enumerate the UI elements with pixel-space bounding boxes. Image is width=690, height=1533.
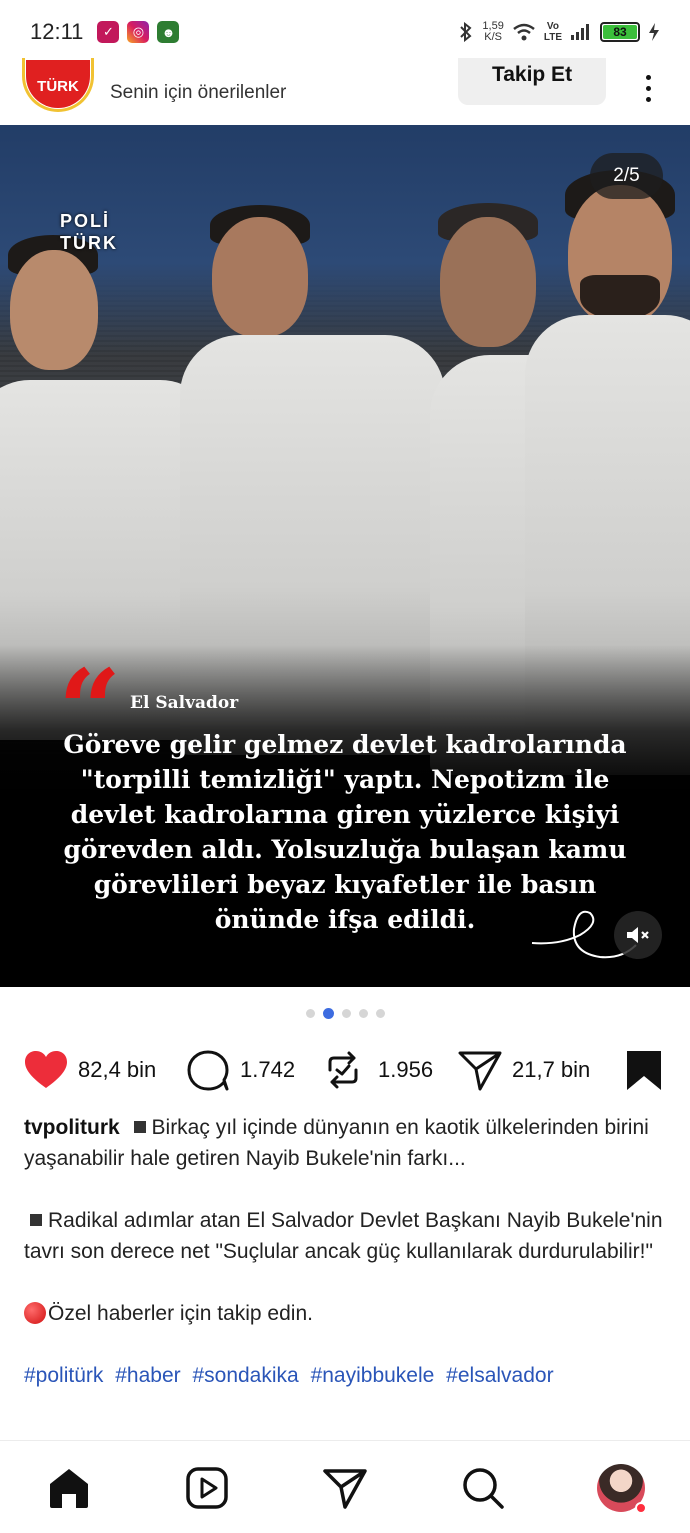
account-avatar[interactable]: TÜRK [22,58,94,112]
battery-level: 83 [603,25,637,39]
nav-search[interactable] [458,1463,508,1513]
more-options-icon[interactable] [628,68,668,108]
bottom-navigation [0,1440,690,1533]
comment-icon [187,1050,229,1091]
charging-icon [649,23,659,41]
volte-bottom: LTE [543,32,562,43]
nav-profile[interactable] [596,1463,647,1514]
carousel-dot [341,1009,351,1018]
instagram-icon: ◎ [127,21,150,43]
volte-indicator: Vo LTE [544,21,562,43]
system-indicators: 1,59 K/S Vo LTE 83 [458,21,660,43]
bluetooth-icon [460,22,472,42]
hashtag-link[interactable]: #politürk [24,1364,103,1387]
share-count: 21,7 bin [512,1057,591,1082]
send-icon [323,1469,367,1509]
channel-watermark: POLİ TÜRK [60,210,118,254]
network-speed-unit: K/S [484,31,502,43]
hashtag-link[interactable]: #elsalvador [446,1364,553,1387]
caption-line-3: Özel haberler için takip edin. [48,1302,313,1325]
slide-counter: 2/5 [590,153,663,199]
avatar-logo-text: TÜRK [26,59,90,108]
carousel-dot [358,1009,368,1018]
hashtag-link[interactable]: #haber [115,1364,180,1387]
heart-filled-icon [25,1051,67,1088]
caption-paragraph-2: Radikal adımlar atan El Salvador Devlet … [24,1205,670,1267]
app-notification-icon: ✓ [97,21,120,43]
post-media[interactable]: POLİ TÜRK 2/5 “ El Salvador Göreve gelir… [0,125,690,987]
notification-badge [635,1502,647,1514]
caption-username[interactable]: tvpoliturk [24,1116,120,1139]
square-bullet-icon [30,1214,42,1226]
home-icon [50,1469,88,1508]
suggested-label: Senin için önerilenler [110,82,287,103]
red-circle-icon [24,1302,46,1324]
share-button[interactable]: 21,7 bin [458,1042,590,1098]
repost-button[interactable]: 1.956 [324,1042,433,1098]
signal-icon [571,24,589,40]
repost-count: 1.956 [378,1057,434,1082]
clock: 12:11 [30,19,84,44]
nav-reels[interactable] [182,1463,232,1513]
hashtag-link[interactable]: #sondakika [192,1364,298,1387]
send-icon [458,1051,502,1091]
bookmark-filled-icon[interactable] [622,1048,666,1092]
carousel-indicator [0,1008,690,1019]
nav-home[interactable] [44,1463,94,1513]
hashtag-link[interactable]: #nayibbukele [311,1364,435,1387]
comment-button[interactable]: 1.742 [186,1042,295,1098]
post-actions: 82,4 bin 1.742 1.956 21,7 bin [0,1042,690,1098]
post-header: TÜRK Senin için önerilenler Takip Et [0,58,690,124]
caption-paragraph-1: tvpoliturk Birkaç yıl içinde dünyanın en… [24,1112,670,1174]
wifi-icon [513,23,535,41]
status-bar: 12:11 ✓ ◎ ☻ 1,59 K/S Vo LTE 83 [0,0,690,64]
watermark-line2: TÜRK [60,233,118,253]
comment-count: 1.742 [240,1057,296,1082]
notification-icons: ✓ ◎ ☻ [97,21,180,43]
reels-icon [186,1467,228,1509]
like-count: 82,4 bin [78,1057,157,1082]
like-button[interactable]: 82,4 bin [24,1042,156,1098]
search-icon [463,1468,504,1509]
caption-line-2: Radikal adımlar atan El Salvador Devlet … [24,1209,663,1263]
watermark-line1: POLİ [60,211,111,231]
follow-button[interactable]: Takip Et [458,58,606,105]
network-speed: 1,59 K/S [482,21,503,43]
carousel-dot-active [322,1008,334,1019]
speaker-muted-icon [627,927,649,943]
post-caption: tvpoliturk Birkaç yıl içinde dünyanın en… [24,1112,670,1391]
caption-paragraph-3: Özel haberler için takip edin. [24,1298,670,1329]
mute-button[interactable] [614,911,662,959]
hashtag-list: #politürk #haber #sondakika #nayibbukele… [24,1360,670,1391]
quote-mark-icon: “ [58,655,121,715]
location-label: El Salvador [130,693,239,713]
game-app-icon: ☻ [157,21,180,43]
repost-icon [328,1051,358,1089]
battery-icon: 83 [600,22,640,42]
carousel-dot [305,1009,315,1018]
carousel-dot [375,1009,385,1018]
volte-top: Vo [546,21,559,32]
profile-avatar [597,1464,647,1514]
nav-direct[interactable] [320,1463,370,1513]
square-bullet-icon [133,1121,146,1133]
